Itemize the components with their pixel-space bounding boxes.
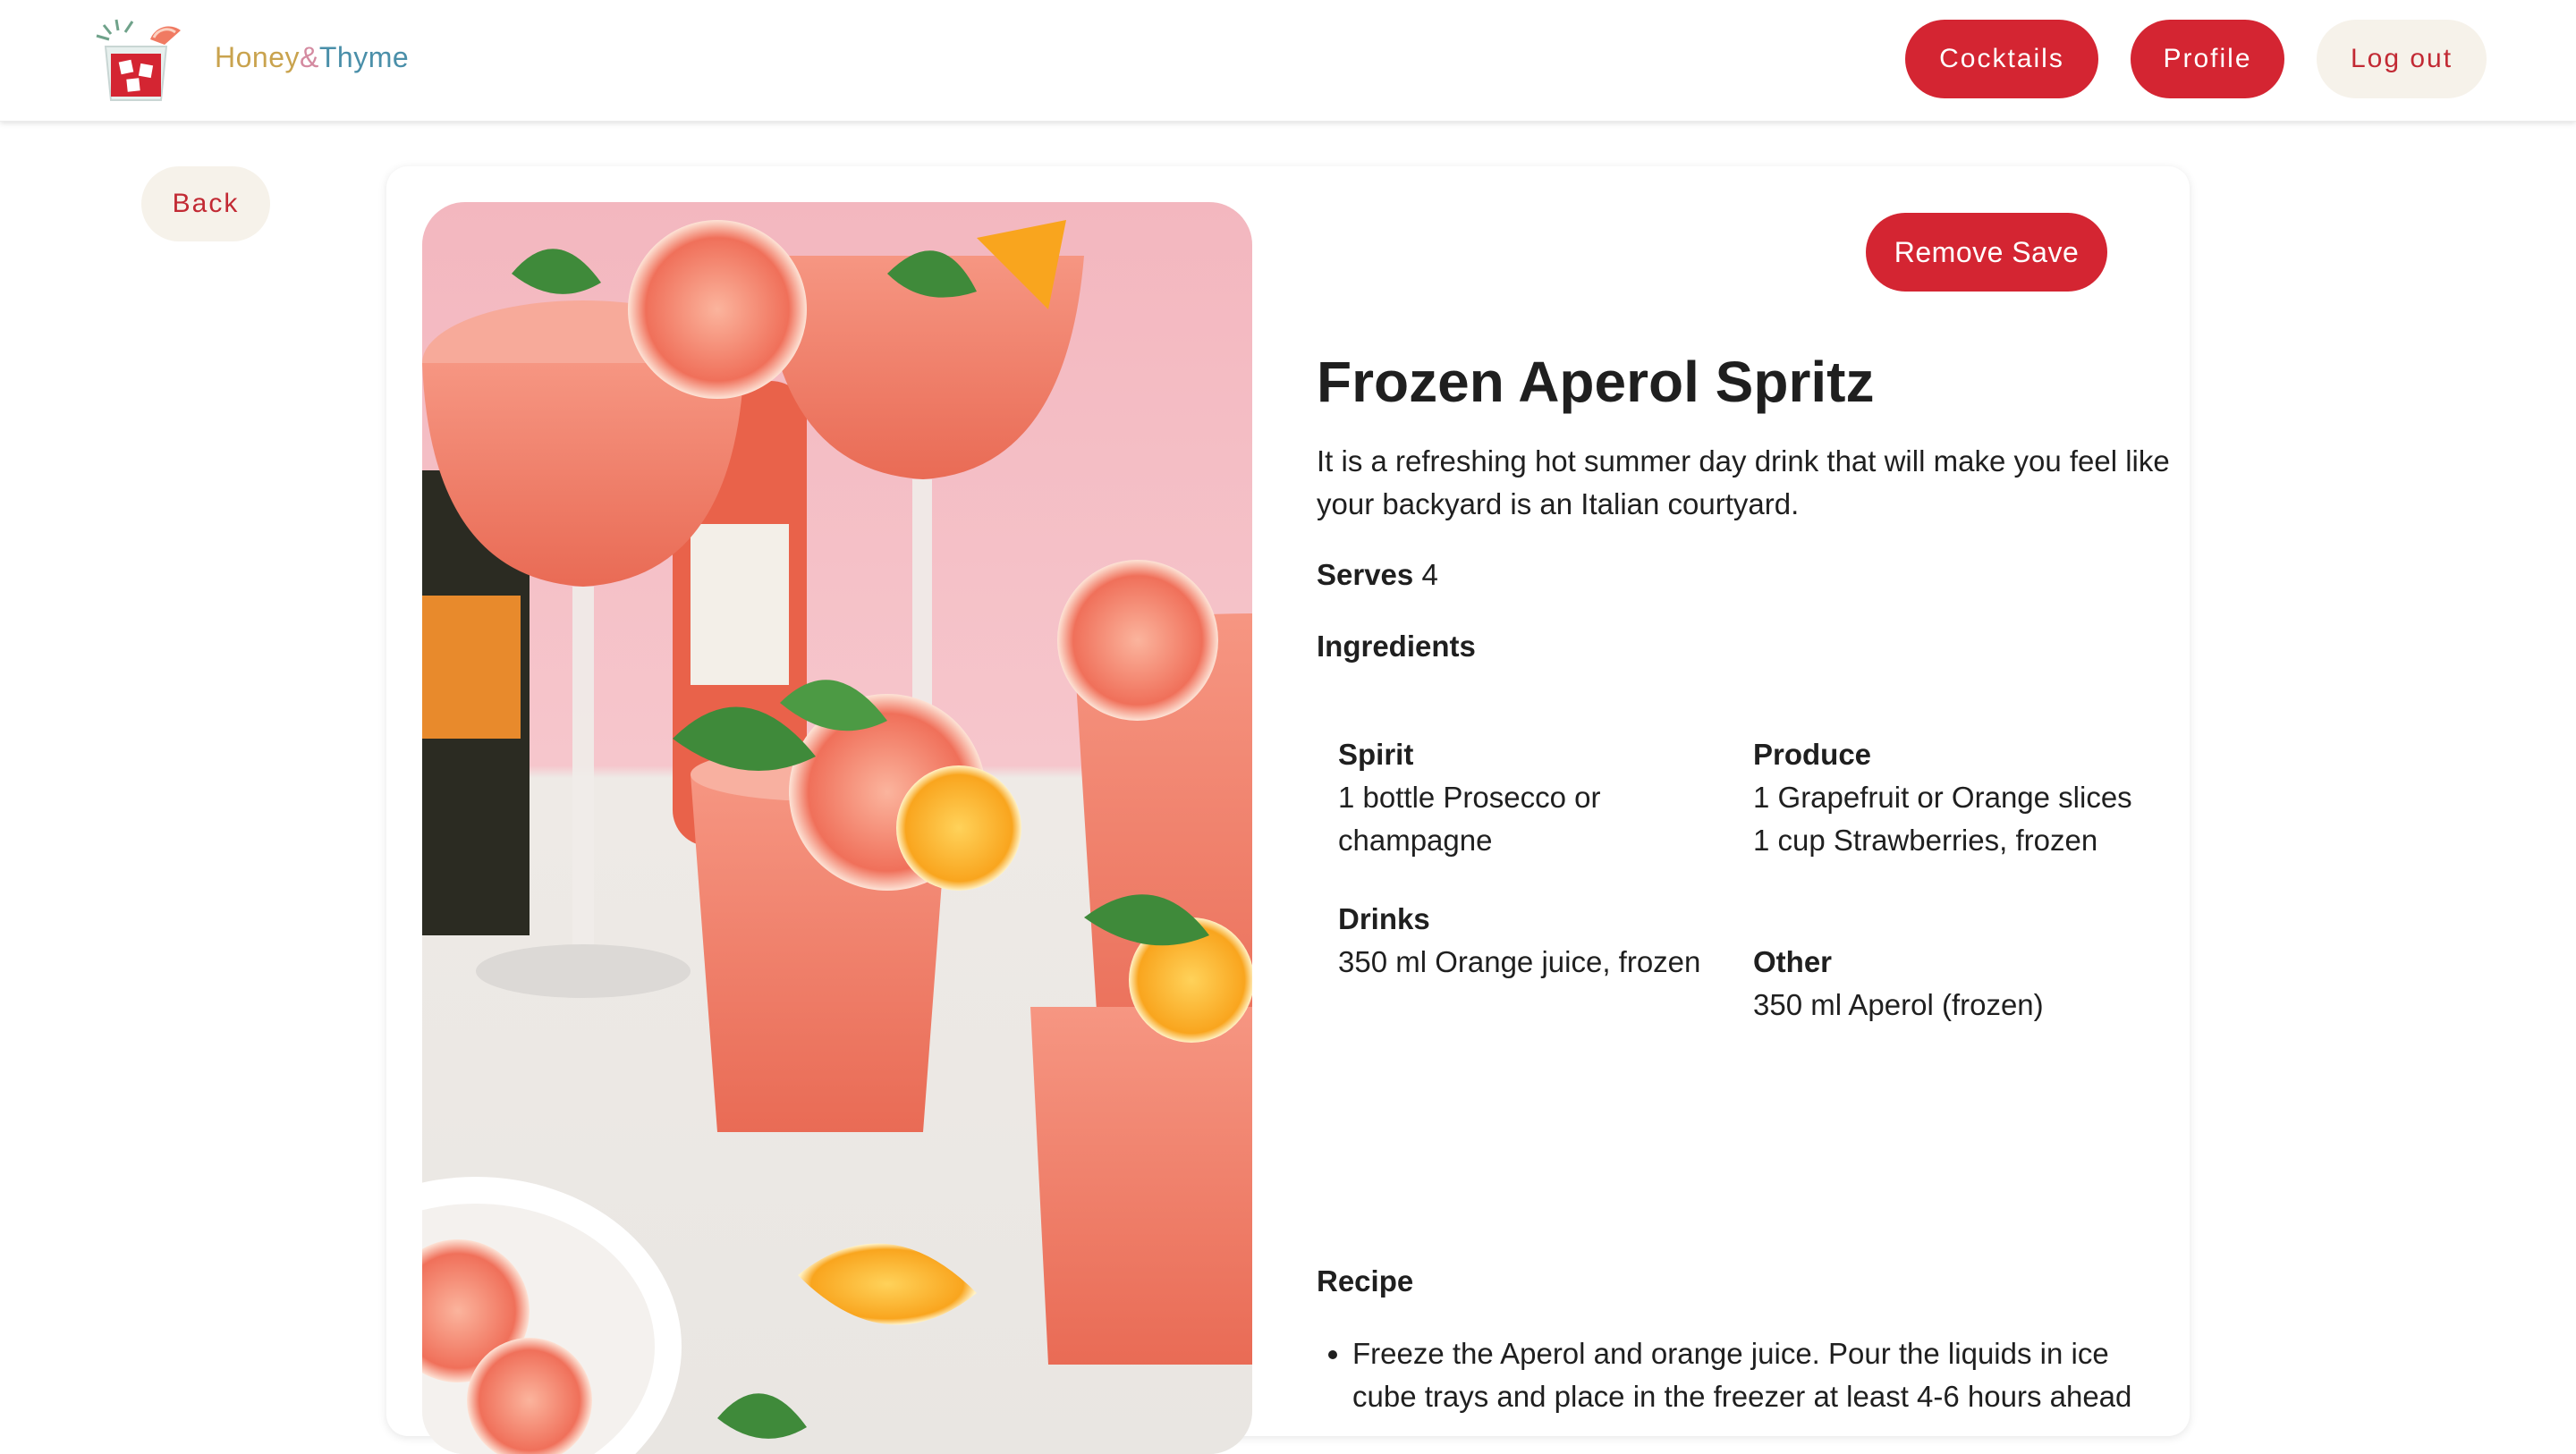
cocktail-glass-logo-icon[interactable] (93, 18, 186, 104)
ingredient-item: 1 Grapefruit or Orange slices (1753, 781, 2132, 814)
brand-name-part-thyme: Thyme (318, 41, 410, 73)
remove-save-button[interactable]: Remove Save (1866, 213, 2107, 292)
ingredient-group-title: Spirit (1338, 738, 1414, 771)
back-button[interactable]: Back (141, 166, 270, 241)
serves-value: 4 (1421, 558, 1438, 591)
ingredients-heading: Ingredients (1317, 630, 1476, 663)
ingredient-item: 350 ml Aperol (frozen) (1753, 988, 2044, 1021)
brand-name-ampersand: & (300, 41, 319, 73)
frozen-spritz-photo (422, 202, 1252, 1454)
brand-name[interactable]: Honey&Thyme (215, 41, 409, 74)
brand-name-part-honey: Honey (215, 41, 300, 73)
ingredient-group-other: Other 350 ml Aperol (frozen) (1753, 941, 2147, 1027)
serves-label: Serves (1317, 558, 1414, 591)
ingredient-group-spirit: Spirit 1 bottle Prosecco or champagne (1338, 733, 1714, 862)
ingredient-group-produce: Produce 1 Grapefruit or Orange slices 1 … (1753, 733, 2147, 862)
ingredient-group-drinks: Drinks 350 ml Orange juice, frozen (1338, 898, 1714, 984)
serves-line: Serves 4 (1317, 558, 1438, 592)
drink-description: It is a refreshing hot summer day drink … (1317, 444, 2170, 520)
top-navbar: Honey&Thyme Cocktails Profile Log out (0, 0, 2576, 122)
drink-title: Frozen Aperol Spritz (1317, 350, 1875, 414)
ingredient-group-title: Produce (1753, 738, 1872, 771)
ingredient-group-title: Other (1753, 945, 1833, 978)
logout-button[interactable]: Log out (2317, 20, 2487, 98)
ingredient-item: 1 bottle Prosecco or champagne (1338, 781, 1601, 857)
recipe-heading: Recipe (1317, 1264, 1414, 1298)
nav-profile-button[interactable]: Profile (2131, 20, 2284, 98)
recipe-step: Freeze the Aperol and orange juice. Pour… (1352, 1332, 2175, 1418)
ingredient-item: 350 ml Orange juice, frozen (1338, 945, 1701, 978)
recipe-steps-list: Freeze the Aperol and orange juice. Pour… (1317, 1332, 2175, 1418)
ingredient-item: 1 cup Strawberries, frozen (1753, 824, 2098, 857)
nav-cocktails-button[interactable]: Cocktails (1905, 20, 2098, 98)
ingredient-group-title: Drinks (1338, 902, 1430, 935)
